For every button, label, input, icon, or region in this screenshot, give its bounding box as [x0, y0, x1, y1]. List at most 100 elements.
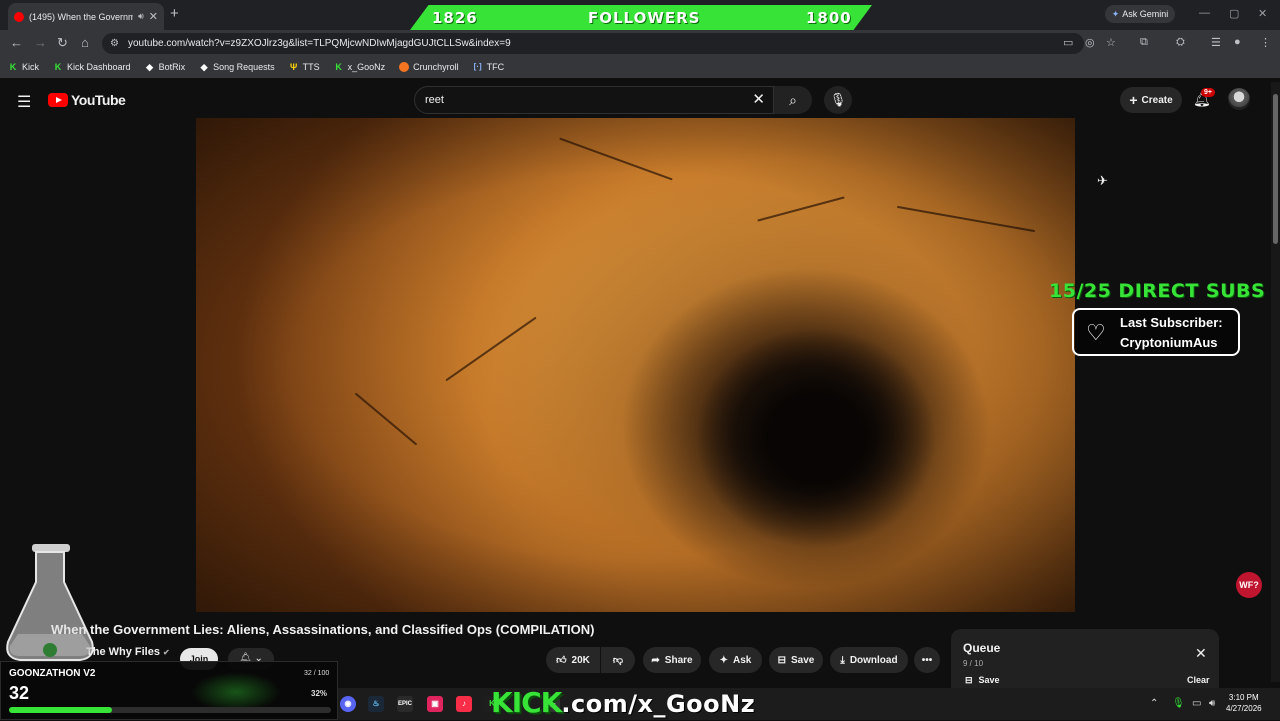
bookmark-kick[interactable]: K Kick [8, 62, 39, 72]
queue-title: Queue [963, 641, 1001, 655]
epic-games-icon[interactable]: EPIC [397, 696, 413, 712]
hide-eye-icon[interactable]: ◎ [1085, 36, 1095, 49]
kick-channel-url: .com/x_GooNz [561, 690, 756, 718]
channel-name[interactable]: The Why Files ✔ [86, 646, 170, 658]
goonzathon-widget: GOONZATHON V2 32 32 / 100 32% [0, 661, 338, 720]
download-button[interactable]: ⤓ Download [830, 647, 908, 673]
steam-icon[interactable]: ♨ [368, 696, 384, 712]
taskbar-clock[interactable]: 3:10 PM 4/27/2026 [1226, 692, 1262, 714]
clock-time: 3:10 PM [1228, 693, 1259, 702]
queue-clear-button[interactable]: Clear [1187, 675, 1210, 685]
bookmark-label: Kick [22, 62, 40, 72]
video-player[interactable] [196, 118, 1075, 612]
scrollbar-thumb[interactable] [1273, 94, 1278, 244]
save-label: Save [791, 654, 815, 666]
search-button[interactable]: ⌕ [774, 86, 812, 114]
bookmark-botrix[interactable]: ◆ BotRix [145, 62, 185, 72]
microphone-icon: 🎙︎ [829, 92, 847, 107]
followers-label: FOLLOWERS [588, 9, 701, 27]
tab-title: (1495) When the Governm [29, 11, 134, 22]
menu-kebab-icon[interactable]: ⋮ [1260, 36, 1271, 49]
sparkle-icon: ✦ [719, 654, 729, 666]
bookmark-label: TFC [486, 62, 505, 72]
bookmark-label: Crunchyroll [413, 62, 459, 72]
browser-tab[interactable]: (1495) When the Governm 🔊︎ ✕ [8, 3, 164, 30]
thumbs-down-icon: 👎︎ [612, 655, 624, 666]
page-scrollbar[interactable] [1271, 82, 1280, 682]
maximize-icon[interactable]: ▢ [1229, 7, 1239, 20]
last-subscriber-box: ♡ Last Subscriber: CryptoniumAus [1072, 308, 1240, 356]
tfc-icon: [·] [473, 62, 482, 71]
rocket-icon[interactable]: ✈ [1097, 173, 1108, 189]
close-window-icon[interactable]: ✕ [1258, 7, 1267, 20]
clear-search-icon[interactable]: ✕ [752, 87, 765, 113]
bookmark-icon: ⊟ [777, 654, 787, 666]
tray-expand-icon[interactable]: ⌃ [1150, 698, 1158, 709]
windows-taskbar: ◉ ♨ EPIC ▣ ♪ K ◎ [338, 688, 1280, 720]
more-horizontal-icon: ••• [921, 654, 933, 666]
account-avatar[interactable] [1228, 88, 1250, 110]
tray-mic-icon[interactable]: 🎙︎ [1172, 698, 1185, 709]
bookmark-icon: ⊟ [965, 675, 973, 685]
plus-icon: + [1129, 92, 1138, 108]
close-queue-icon[interactable]: ✕ [1195, 645, 1207, 662]
tray-display-icon[interactable]: ▭ [1192, 698, 1201, 709]
like-button[interactable]: 👍︎ 20K [546, 647, 600, 673]
share-button[interactable]: ➦ Share [643, 647, 701, 673]
goonzathon-progress-fill [9, 707, 113, 713]
goonzathon-progress-track [9, 707, 331, 713]
bookmark-tts[interactable]: Ψ TTS [289, 62, 320, 72]
ask-button[interactable]: ✦ Ask [709, 647, 762, 673]
url-input[interactable]: ⚙ youtube.com/watch?v=z9ZXOJlrz3g&list=T… [102, 33, 1084, 54]
video-vignette [196, 118, 1075, 612]
bookmark-kick-dashboard[interactable]: K Kick Dashboard [53, 62, 131, 72]
cast-icon[interactable]: ▭ [1063, 36, 1073, 49]
followers-goal: 1800 [806, 9, 852, 27]
tray-volume-icon[interactable]: 🔊︎ [1209, 698, 1215, 709]
queue-save-button[interactable]: ⊟ Save [965, 675, 1000, 686]
menu-hamburger-icon[interactable]: ☰ [17, 92, 31, 112]
profile-avatar-icon[interactable]: ● [1234, 36, 1241, 48]
home-icon[interactable]: ⌂ [81, 35, 89, 50]
bookmark-crunchyroll[interactable]: Crunchyroll [399, 62, 459, 72]
speaker-icon[interactable]: 🔊︎ [138, 11, 144, 22]
minimize-icon[interactable]: — [1199, 7, 1210, 19]
bookmark-star-icon[interactable]: ☆ [1106, 36, 1116, 49]
discord-icon[interactable]: ◉ [340, 696, 356, 712]
address-bar-row: ← → ↻ ⌂ ⚙ youtube.com/watch?v=z9ZXOJlrz3… [0, 30, 1280, 56]
youtube-header: ☰ YouTube reet ✕ ⌕ 🎙︎ ✈ + Create 🔔︎ 9+ [0, 82, 1280, 188]
music-icon[interactable]: ♪ [456, 696, 472, 712]
back-icon[interactable]: ← [10, 35, 23, 50]
reading-list-icon[interactable]: ☰ [1211, 36, 1221, 49]
ask-gemini-button[interactable]: ✦ Ask Gemini [1105, 5, 1175, 23]
bookmark-x-goonz[interactable]: Kx_GooNz [334, 62, 385, 72]
youtube-play-icon [48, 93, 68, 107]
botrix-icon: ◆ [200, 62, 208, 72]
forward-icon[interactable]: → [34, 35, 47, 50]
heart-icon: ♡ [1086, 320, 1106, 345]
profile-switch-icon[interactable]: ⛭ [1176, 36, 1185, 49]
share-icon: ➦ [651, 654, 660, 666]
tts-icon: Ψ [289, 62, 298, 72]
create-button[interactable]: + Create [1120, 87, 1182, 113]
close-tab-icon[interactable]: ✕ [149, 10, 158, 23]
youtube-logo[interactable]: YouTube [48, 92, 126, 108]
wf-channel-badge[interactable]: WF? [1236, 572, 1262, 598]
like-count: 20K [571, 654, 590, 666]
more-actions-button[interactable]: ••• [914, 647, 940, 673]
bookmark-song-requests[interactable]: ◆ Song Requests [199, 62, 275, 72]
site-info-icon[interactable]: ⚙ [110, 33, 119, 54]
video-title: When the Government Lies: Aliens, Assass… [51, 622, 595, 637]
bookmark-tfc[interactable]: [·] TFC [473, 62, 505, 72]
goonzathon-glow [191, 672, 281, 712]
reload-icon[interactable]: ↻ [57, 35, 68, 51]
last-subscriber-name: CryptoniumAus [1120, 335, 1218, 350]
extensions-icon[interactable]: ⧉ [1140, 36, 1148, 49]
new-tab-button[interactable]: + [170, 5, 179, 22]
dislike-button[interactable]: 👎︎ [601, 647, 635, 673]
voice-search-button[interactable]: 🎙︎ [824, 86, 852, 114]
save-button[interactable]: ⊟ Save [769, 647, 823, 673]
search-input[interactable]: reet ✕ [414, 86, 774, 114]
kick-icon: K [9, 62, 17, 72]
app-red-icon[interactable]: ▣ [427, 696, 443, 712]
